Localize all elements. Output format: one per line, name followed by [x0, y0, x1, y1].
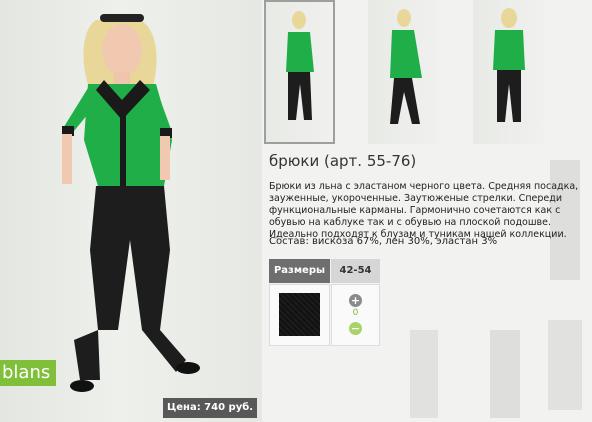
size-range: 42-54 — [331, 259, 380, 283]
sizes-header: Размеры — [269, 259, 330, 283]
color-swatch-cell — [269, 284, 330, 346]
thumbnail-image — [493, 8, 525, 122]
model-image — [62, 14, 200, 392]
thumbnail-side[interactable] — [368, 0, 439, 144]
thumbnail-image — [286, 11, 314, 120]
quantity-stepper: + 0 − — [331, 284, 380, 346]
thumbnail-image — [390, 9, 422, 124]
main-product-photo[interactable]: blans Цена: 740 руб. — [0, 0, 262, 422]
product-composition: Состав: вискоза 67%, лен 30%, эластан 3% — [269, 236, 498, 247]
plus-icon[interactable]: + — [349, 294, 362, 307]
quantity-value: 0 — [352, 308, 359, 318]
price-label: Цена: 740 руб. — [163, 398, 257, 418]
product-title: брюки (арт. 55-76) — [269, 152, 417, 170]
thumbnail-back[interactable] — [473, 0, 544, 144]
color-swatch-black[interactable] — [279, 293, 320, 336]
minus-icon[interactable]: − — [349, 322, 362, 335]
product-description: Брюки из льна с эластаном черного цвета.… — [269, 181, 579, 240]
background-model-image — [410, 330, 520, 418]
thumbnail-front[interactable] — [264, 0, 335, 144]
background-model-image — [548, 160, 582, 410]
brand-logo: blans — [0, 360, 57, 386]
